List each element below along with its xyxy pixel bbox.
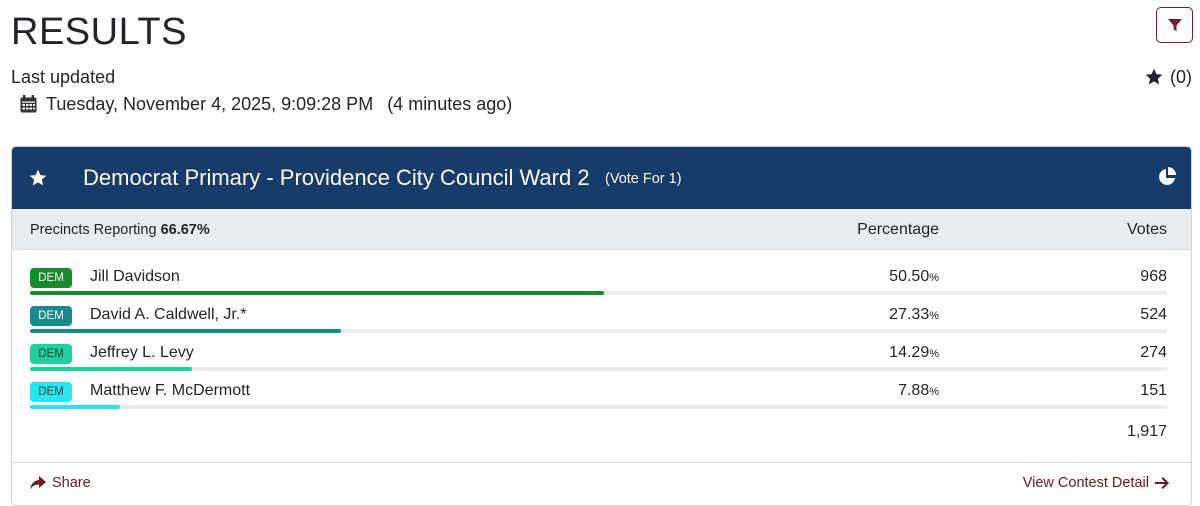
updated-timestamp: Tuesday, November 4, 2025, 9:09:28 PM (4… <box>20 93 512 115</box>
candidate-name: Jill Davidson <box>90 268 180 285</box>
candidate-row: DEM Jeffrey L. Levy 14.29% 274 <box>12 336 1191 374</box>
candidate-percentage-value: 50.50 <box>889 268 930 285</box>
view-contest-detail-link[interactable]: View Contest Detail <box>1023 475 1169 491</box>
calendar-icon <box>20 95 37 113</box>
candidate-percentage-value: 27.33 <box>889 306 930 323</box>
candidate-percentage: 14.29% <box>889 343 939 364</box>
view-contest-detail-label: View Contest Detail <box>1022 475 1149 491</box>
vote-share-bar <box>30 291 605 295</box>
total-votes: 1,917 <box>1126 423 1167 440</box>
precincts-reporting: Precincts Reporting 66.67% <box>30 222 210 238</box>
candidate-votes: 151 <box>1140 382 1167 399</box>
contest-card: Democrat Primary - Providence City Counc… <box>11 146 1192 506</box>
pie-chart-icon[interactable] <box>1157 167 1177 192</box>
vote-share-bar <box>30 329 341 333</box>
percentage-column-header: Percentage <box>857 221 939 238</box>
candidate-row: DEM David A. Caldwell, Jr.* 27.33% 524 <box>12 298 1191 336</box>
candidate-percentage: 50.50% <box>889 267 939 288</box>
percent-sign: % <box>929 272 939 284</box>
star-icon <box>1145 68 1163 85</box>
favorites-button[interactable]: (0) <box>1144 66 1192 88</box>
percent-sign: % <box>929 348 939 360</box>
candidate-row: DEM Matthew F. McDermott 7.88% 151 <box>12 374 1191 412</box>
precincts-value: 66.67% <box>160 222 210 238</box>
vote-share-bar <box>30 367 193 371</box>
percent-sign: % <box>929 310 939 322</box>
votes-column-header: Votes <box>1126 221 1167 238</box>
contest-footer: Share View Contest Detail <box>12 462 1191 505</box>
party-badge: DEM <box>30 382 72 402</box>
party-badge: DEM <box>30 344 72 364</box>
candidate-name: Matthew F. McDermott <box>90 382 251 399</box>
candidate-votes: 274 <box>1140 344 1167 361</box>
favorite-star-icon[interactable] <box>28 168 48 193</box>
party-badge: DEM <box>30 306 72 326</box>
vote-share-track <box>30 367 1167 371</box>
candidate-percentage: 7.88% <box>898 381 939 402</box>
vote-share-track <box>30 329 1167 333</box>
vote-for-label: (Vote For 1) <box>605 171 682 187</box>
arrow-right-icon <box>1155 477 1169 489</box>
percent-sign: % <box>929 386 939 398</box>
share-label: Share <box>52 475 91 491</box>
candidate-row: DEM Jill Davidson 50.50% 968 <box>12 260 1191 298</box>
updated-datetime: Tuesday, November 4, 2025, 9:09:28 PM <box>46 94 374 114</box>
contest-subheader: Precincts Reporting 66.67% Percentage Vo… <box>12 209 1191 250</box>
candidate-name: David A. Caldwell, Jr.* <box>90 306 247 323</box>
contest-header: Democrat Primary - Providence City Counc… <box>12 147 1191 209</box>
precincts-label: Precincts Reporting <box>30 222 157 238</box>
candidate-percentage: 27.33% <box>889 305 939 326</box>
share-icon <box>30 476 46 490</box>
vote-share-track <box>30 405 1167 409</box>
vote-share-bar <box>30 405 120 409</box>
candidate-percentage-value: 14.29 <box>889 344 930 361</box>
party-badge: DEM <box>30 268 72 288</box>
filter-icon <box>1167 19 1182 31</box>
vote-share-track <box>30 291 1167 295</box>
contest-title: Democrat Primary - Providence City Counc… <box>83 165 590 190</box>
favorites-count: (0) <box>1170 67 1192 87</box>
filter-button[interactable] <box>1156 7 1193 43</box>
updated-ago: (4 minutes ago) <box>387 94 513 114</box>
last-updated-label: Last updated <box>11 67 116 87</box>
share-link[interactable]: Share <box>30 475 91 491</box>
candidate-votes: 524 <box>1140 306 1167 323</box>
candidate-percentage-value: 7.88 <box>898 382 930 399</box>
candidate-votes: 968 <box>1140 268 1167 285</box>
page-title: RESULTS <box>11 11 187 53</box>
candidate-name: Jeffrey L. Levy <box>90 344 194 361</box>
